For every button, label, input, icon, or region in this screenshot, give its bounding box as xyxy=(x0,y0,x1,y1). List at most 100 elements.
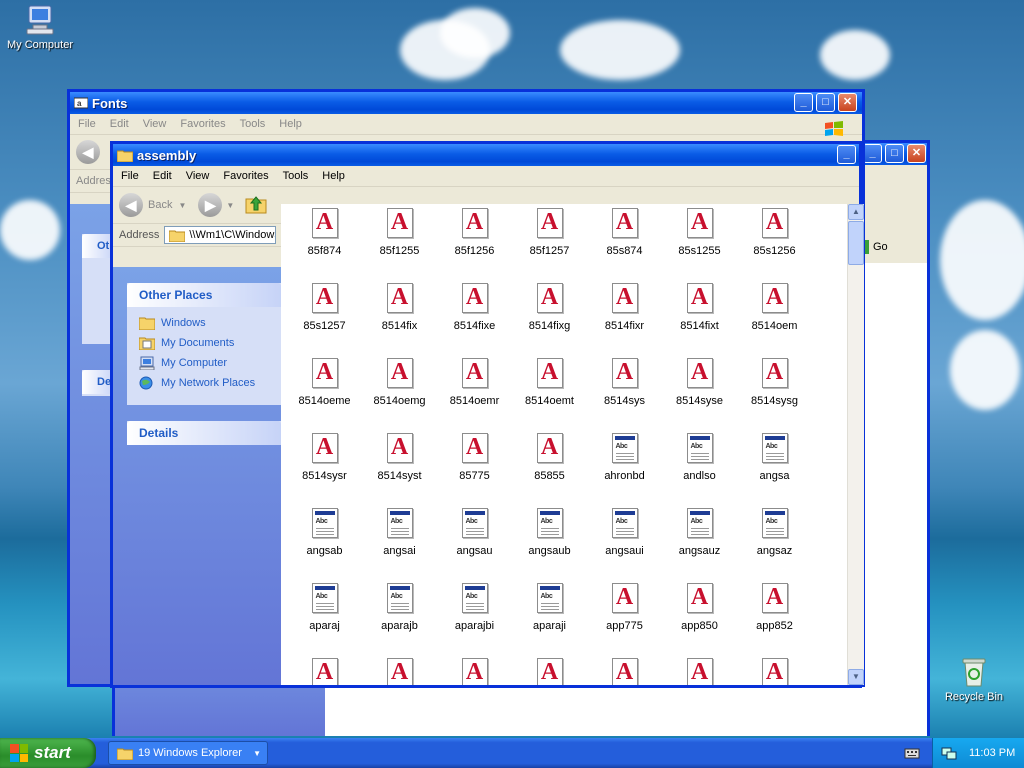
file-item[interactable]: A 8514fixr xyxy=(587,283,662,358)
desktop-icon-my-computer[interactable]: My Computer xyxy=(0,4,80,51)
place-my-computer[interactable]: My Computer xyxy=(127,353,281,373)
file-item[interactable]: A 8514syst xyxy=(362,433,437,508)
menu-file[interactable]: File xyxy=(78,118,96,130)
forward-dropdown-icon[interactable]: ▼ xyxy=(226,201,234,210)
file-item[interactable]: A 8514oem xyxy=(737,283,812,358)
file-item[interactable]: A xyxy=(437,658,512,685)
clock[interactable]: 11:03 PM xyxy=(969,747,1015,759)
forward-button[interactable]: ▶ xyxy=(198,193,223,217)
panel-heading-details[interactable]: Details xyxy=(127,421,281,445)
file-item[interactable]: A 8514oemg xyxy=(362,358,437,433)
file-item[interactable]: A xyxy=(287,658,362,685)
file-name: 85s1255 xyxy=(678,245,721,257)
menu-favorites[interactable]: Favorites xyxy=(180,118,225,130)
file-item[interactable]: A 85855 xyxy=(512,433,587,508)
file-item[interactable]: A 85s874 xyxy=(587,208,662,283)
file-item[interactable]: Abc angsa xyxy=(737,433,812,508)
taskbar-item-windows-explorer[interactable]: 19 Windows Explorer ▼ xyxy=(108,741,268,765)
scroll-up-arrow-icon[interactable]: ▲ xyxy=(848,204,864,220)
file-item[interactable]: A 8514oemr xyxy=(437,358,512,433)
maximize-button[interactable]: □ xyxy=(885,144,904,163)
minimize-button[interactable]: _ xyxy=(794,93,813,112)
file-item[interactable]: A xyxy=(662,658,737,685)
file-item[interactable]: A 8514sysg xyxy=(737,358,812,433)
back-button[interactable]: ◀ xyxy=(119,193,143,217)
fonts-window-titlebar[interactable]: a Fonts _ □ ✕ xyxy=(70,92,862,114)
file-item[interactable]: A 85f1255 xyxy=(362,208,437,283)
desktop-icon-recycle-bin[interactable]: Recycle Bin xyxy=(934,656,1014,703)
maximize-button[interactable]: □ xyxy=(816,93,835,112)
file-item[interactable]: Abc aparaji xyxy=(512,583,587,658)
file-item[interactable]: A 8514oeme xyxy=(287,358,362,433)
keyboard-icon[interactable] xyxy=(904,746,920,760)
file-item[interactable]: A 85f1256 xyxy=(437,208,512,283)
file-item[interactable]: Aapp775 xyxy=(587,583,662,658)
file-item[interactable]: A xyxy=(512,658,587,685)
menu-edit[interactable]: Edit xyxy=(153,170,172,182)
file-item[interactable]: A 85s1257 xyxy=(287,283,362,358)
file-item[interactable]: Abc angsaz xyxy=(737,508,812,583)
minimize-button[interactable]: _ xyxy=(837,145,856,164)
file-item[interactable]: Abc angsab xyxy=(287,508,362,583)
truetype-font-file-icon: Abc xyxy=(611,508,638,538)
file-item[interactable]: A 8514fixt xyxy=(662,283,737,358)
place-my-network-places[interactable]: My Network Places xyxy=(127,373,281,393)
file-item[interactable]: A 85s1255 xyxy=(662,208,737,283)
file-item[interactable]: A 85s1256 xyxy=(737,208,812,283)
file-item[interactable]: A 8514oemt xyxy=(512,358,587,433)
scroll-thumb[interactable] xyxy=(848,221,864,265)
file-item[interactable]: A 8514fixg xyxy=(512,283,587,358)
place-label: My Computer xyxy=(161,357,228,369)
file-item[interactable]: A 8514sys xyxy=(587,358,662,433)
file-item[interactable]: A 8514fix xyxy=(362,283,437,358)
menu-edit[interactable]: Edit xyxy=(110,118,129,130)
file-item[interactable]: Abc aparaj xyxy=(287,583,362,658)
file-item[interactable]: Aapp850 xyxy=(662,583,737,658)
file-item[interactable]: Abc angsaui xyxy=(587,508,662,583)
file-item[interactable]: A 8514fixe xyxy=(437,283,512,358)
file-item[interactable]: A xyxy=(587,658,662,685)
back-arrow-icon[interactable]: ◀ xyxy=(76,140,100,164)
menu-tools[interactable]: Tools xyxy=(283,170,309,182)
file-item[interactable]: Abc aparajbi xyxy=(437,583,512,658)
menu-view[interactable]: View xyxy=(186,170,210,182)
file-item[interactable]: A xyxy=(737,658,812,685)
file-item[interactable]: A 85f1257 xyxy=(512,208,587,283)
menu-view[interactable]: View xyxy=(143,118,167,130)
vertical-scrollbar[interactable]: ▲ ▼ xyxy=(847,204,864,685)
panel-heading-other-places[interactable]: Other Places xyxy=(127,283,281,307)
font-file-a-icon: A xyxy=(761,208,788,238)
start-button[interactable]: start xyxy=(0,738,96,768)
place-my-documents[interactable]: My Documents xyxy=(127,333,281,353)
address-input[interactable]: \\Wm1\C\Windows\a xyxy=(164,226,277,244)
file-item[interactable]: Abc angsaub xyxy=(512,508,587,583)
scroll-down-arrow-icon[interactable]: ▼ xyxy=(848,669,864,685)
file-item[interactable]: Abc aparajb xyxy=(362,583,437,658)
assembly-window-titlebar[interactable]: assembly _ xyxy=(113,144,859,166)
file-item[interactable]: Abc angsauz xyxy=(662,508,737,583)
file-item[interactable]: Abc angsai xyxy=(362,508,437,583)
file-item[interactable]: A 85f874 xyxy=(287,208,362,283)
menu-help[interactable]: Help xyxy=(279,118,302,130)
close-button[interactable]: ✕ xyxy=(907,144,926,163)
minimize-button[interactable]: _ xyxy=(863,144,882,163)
file-item[interactable]: Abc andlso xyxy=(662,433,737,508)
file-item[interactable]: Abc angsau xyxy=(437,508,512,583)
file-item[interactable]: A 8514sysr xyxy=(287,433,362,508)
go-button[interactable]: Go xyxy=(855,237,927,257)
menu-help[interactable]: Help xyxy=(322,170,345,182)
file-item[interactable]: Abc ahronbd xyxy=(587,433,662,508)
up-folder-icon[interactable] xyxy=(244,193,268,218)
place-windows[interactable]: Windows xyxy=(127,313,281,333)
file-item[interactable]: Aapp852 xyxy=(737,583,812,658)
menu-favorites[interactable]: Favorites xyxy=(223,170,268,182)
network-tray-icon[interactable] xyxy=(941,746,957,760)
close-button[interactable]: ✕ xyxy=(838,93,857,112)
back-dropdown-icon[interactable]: ▼ xyxy=(178,201,186,210)
file-item[interactable]: A 8514syse xyxy=(662,358,737,433)
file-item[interactable]: A 85775 xyxy=(437,433,512,508)
file-item[interactable]: A xyxy=(362,658,437,685)
menu-file[interactable]: File xyxy=(121,170,139,182)
menu-tools[interactable]: Tools xyxy=(240,118,266,130)
assembly-window[interactable]: assembly _ File Edit View Favorites Tool… xyxy=(110,141,864,688)
